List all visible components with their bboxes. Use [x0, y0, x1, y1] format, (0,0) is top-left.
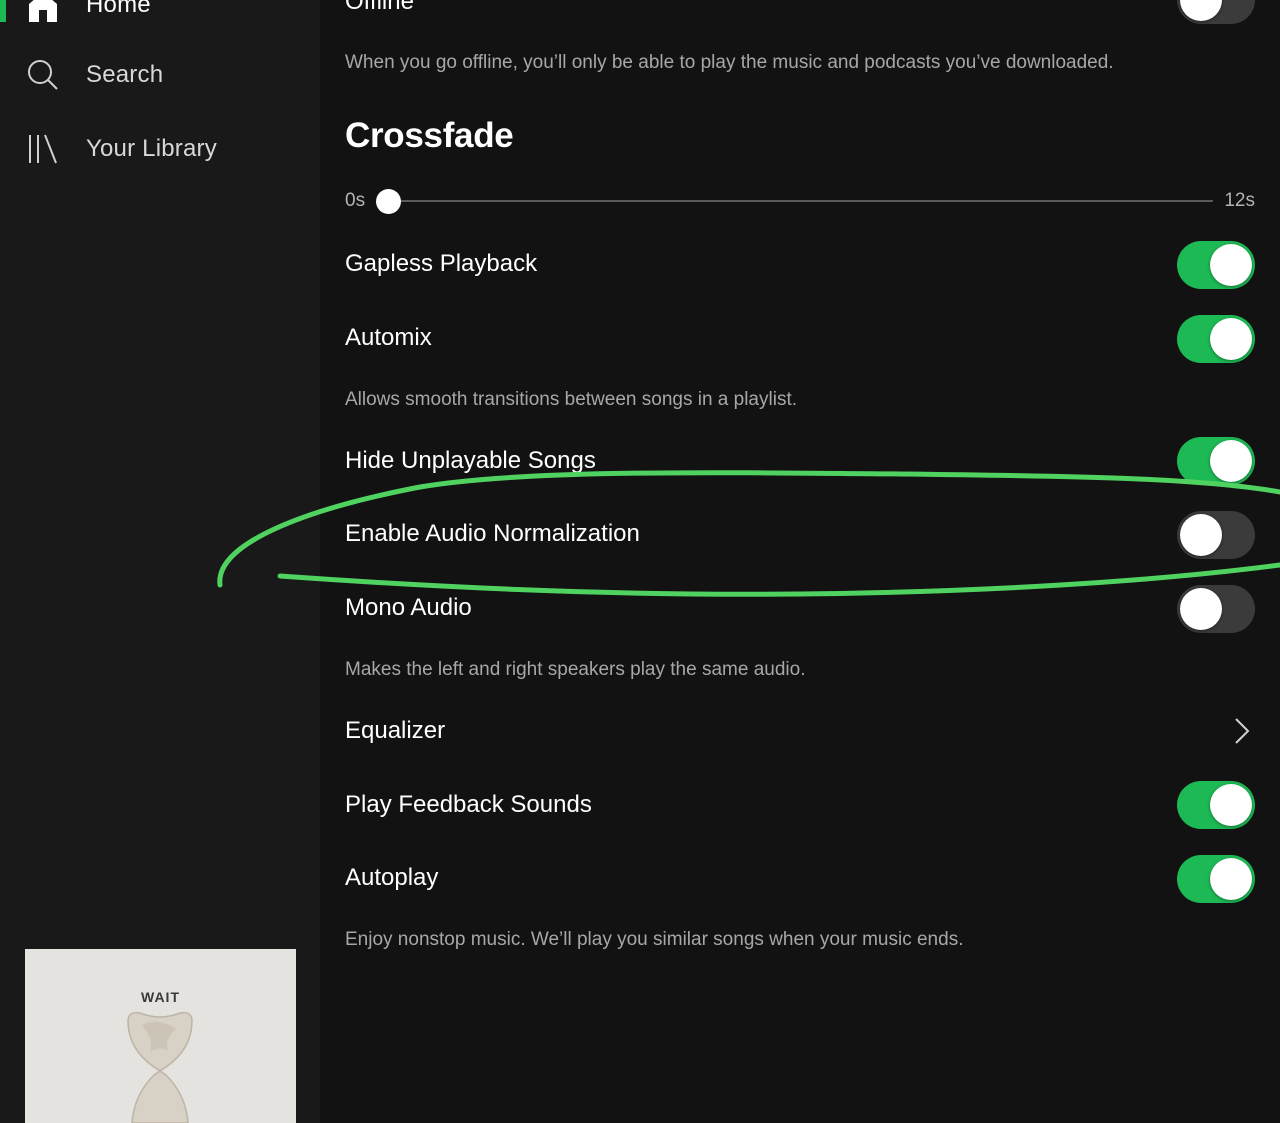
slider-min-label: 0s: [345, 190, 366, 211]
album-title: WAIT: [141, 989, 180, 1005]
chevron-right-icon[interactable]: [1232, 716, 1252, 746]
gapless-toggle[interactable]: [1177, 241, 1255, 289]
sidebar-item-label: Your Library: [86, 135, 217, 162]
setting-label: Automix: [345, 324, 432, 351]
toggle-knob: [1210, 858, 1252, 900]
home-icon: [29, 0, 57, 22]
sidebar-item-label: Search: [86, 61, 164, 88]
sidebar: Home Search Your Library WAIT: [0, 0, 320, 1123]
autoplay-toggle[interactable]: [1177, 855, 1255, 903]
toggle-knob: [1180, 588, 1222, 630]
toggle-knob: [1180, 514, 1222, 556]
setting-label: Enable Audio Normalization: [345, 520, 640, 547]
hourglass-icon: [127, 1011, 193, 1123]
setting-equalizer[interactable]: Equalizer: [345, 717, 1280, 747]
offline-description: When you go offline, you’ll only be able…: [345, 52, 1114, 73]
sidebar-item-label: Home: [86, 0, 151, 18]
toggle-knob: [1210, 244, 1252, 286]
mono-description: Makes the left and right speakers play t…: [345, 659, 806, 680]
now-playing-album-art[interactable]: WAIT: [25, 949, 296, 1123]
sidebar-item-home[interactable]: Home: [0, 0, 320, 30]
offline-toggle[interactable]: [1177, 0, 1255, 24]
automix-description: Allows smooth transitions between songs …: [345, 389, 798, 410]
crossfade-heading: Crossfade: [345, 116, 514, 155]
setting-offline: Offline: [345, 0, 1280, 28]
setting-label: Play Feedback Sounds: [345, 791, 592, 818]
sidebar-item-search[interactable]: Search: [0, 50, 320, 100]
automix-toggle[interactable]: [1177, 315, 1255, 363]
autoplay-description: Enjoy nonstop music. We’ll play you simi…: [345, 929, 964, 950]
feedback-sounds-toggle[interactable]: [1177, 781, 1255, 829]
settings-panel: Offline When you go offline, you’ll only…: [320, 0, 1280, 1123]
search-icon: [28, 60, 58, 90]
sidebar-item-library[interactable]: Your Library: [0, 124, 320, 174]
toggle-knob: [1210, 784, 1252, 826]
toggle-knob: [1210, 440, 1252, 482]
toggle-knob: [1210, 318, 1252, 360]
hide-unplayable-toggle[interactable]: [1177, 437, 1255, 485]
crossfade-slider-track[interactable]: [388, 200, 1213, 202]
normalization-toggle[interactable]: [1177, 511, 1255, 559]
library-icon: [29, 134, 57, 164]
crossfade-slider-handle[interactable]: [376, 189, 401, 214]
setting-label: Gapless Playback: [345, 250, 538, 277]
setting-label: Mono Audio: [345, 594, 472, 621]
setting-label: Offline: [345, 0, 414, 15]
slider-max-label: 12s: [1224, 190, 1255, 211]
toggle-knob: [1180, 0, 1222, 21]
setting-label: Hide Unplayable Songs: [345, 447, 596, 474]
setting-label: Autoplay: [345, 864, 439, 891]
setting-label: Equalizer: [345, 717, 446, 744]
mono-toggle[interactable]: [1177, 585, 1255, 633]
